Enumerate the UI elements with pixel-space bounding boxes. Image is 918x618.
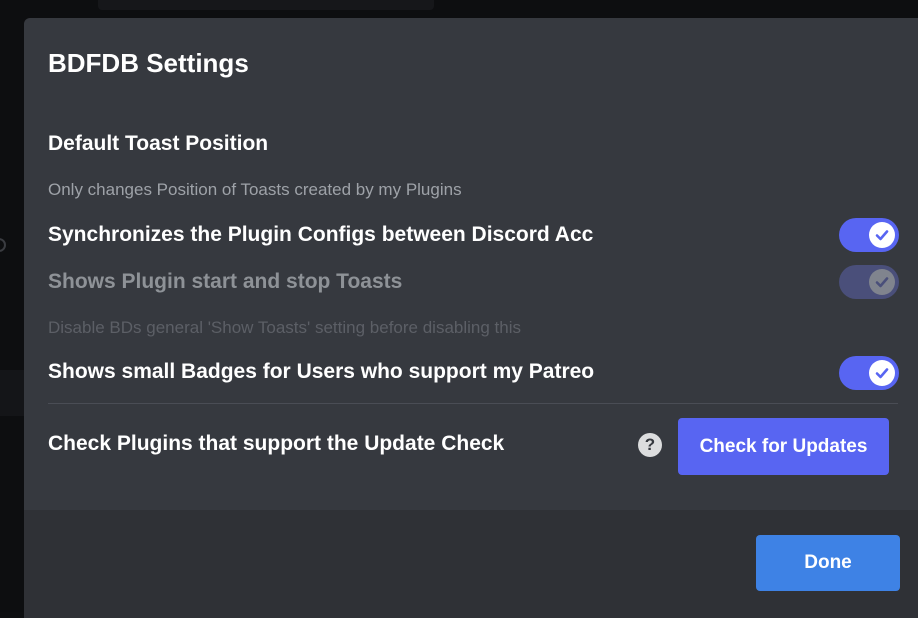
toggle-knob [869,222,895,248]
modal-title: BDFDB Settings [48,48,249,78]
modal-footer: Done [24,510,918,618]
setting-label-sync-configs: Synchronizes the Plugin Configs between … [48,223,594,246]
toggle-patreon-badges[interactable] [839,356,899,390]
toggle-sync-configs[interactable] [839,218,899,252]
background-topbar [98,0,434,10]
clock-icon [0,238,6,252]
setting-label-patreon-badges: Shows small Badges for Users who support… [48,360,595,383]
help-icon[interactable]: ? [638,433,662,457]
plugin-toasts-note: Disable BDs general 'Show Toasts' settin… [48,318,521,337]
toast-position-title: Default Toast Position [48,132,269,155]
check-icon [875,277,889,288]
toggle-plugin-toasts [839,265,899,299]
settings-modal: BDFDB Settings Default Toast Position On… [24,18,918,618]
background-panel [0,370,24,416]
setting-label-plugin-toasts: Shows Plugin start and stop Toasts [48,270,403,293]
check-icon [875,368,889,379]
check-for-updates-button[interactable]: Check for Updates [678,418,889,475]
divider [48,403,898,404]
toggle-knob [869,269,895,295]
done-button[interactable]: Done [756,535,900,591]
update-check-label: Check Plugins that support the Update Ch… [48,432,505,455]
toggle-knob [869,360,895,386]
check-icon [875,230,889,241]
toast-position-note: Only changes Position of Toasts created … [48,180,462,199]
